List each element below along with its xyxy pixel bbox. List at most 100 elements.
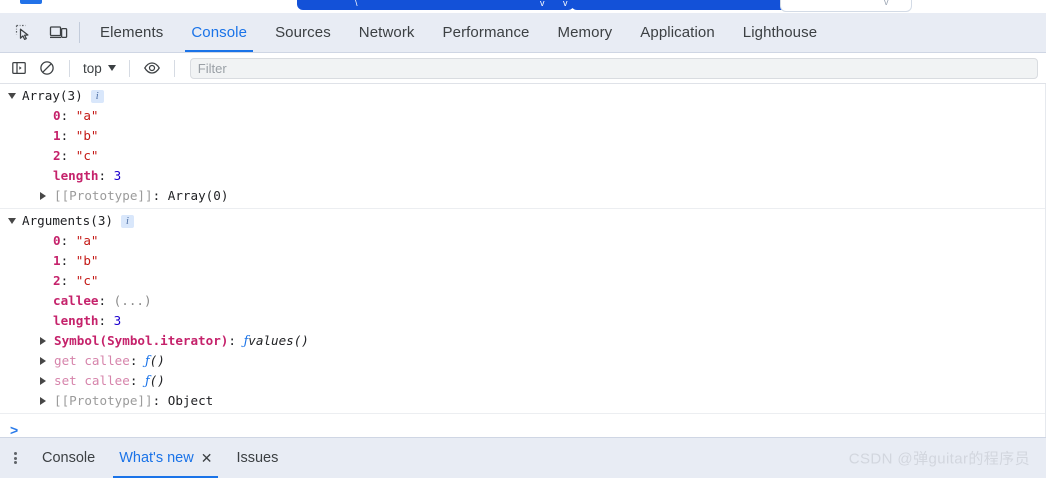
property-separator: : bbox=[60, 128, 76, 143]
info-badge-icon[interactable]: i bbox=[90, 89, 104, 103]
page-button-outline-1[interactable] bbox=[780, 0, 912, 12]
tab-memory[interactable]: Memory bbox=[544, 13, 627, 52]
console-filter-toolbar: top bbox=[0, 53, 1046, 84]
property-separator: : bbox=[60, 273, 76, 288]
tab-elements[interactable]: Elements bbox=[86, 13, 177, 52]
console-message: Arguments(3) i 0: "a" 1: "b" 2: "c" call… bbox=[0, 209, 1046, 414]
more-options-icon[interactable] bbox=[0, 438, 30, 478]
property-row[interactable]: [[Prototype]]: Array(0) bbox=[0, 186, 1046, 206]
property-row[interactable]: [[Prototype]]: Object bbox=[0, 391, 1046, 411]
property-row[interactable]: 0: "a" bbox=[0, 231, 1046, 251]
console-sidebar-icon[interactable] bbox=[6, 55, 32, 81]
tab-network[interactable]: Network bbox=[345, 13, 429, 52]
property-separator: : bbox=[98, 293, 114, 308]
expand-triangle-right-icon[interactable] bbox=[40, 192, 54, 200]
property-value: Array(0) bbox=[167, 188, 229, 203]
property-value: 3 bbox=[113, 168, 122, 183]
page-button-primary-2[interactable] bbox=[571, 0, 798, 10]
tab-console-label: Console bbox=[191, 24, 248, 41]
property-separator: : bbox=[228, 333, 244, 348]
tab-sources-label: Sources bbox=[275, 24, 331, 41]
live-expression-eye-icon[interactable] bbox=[139, 55, 165, 81]
expand-triangle-down-icon[interactable] bbox=[8, 93, 22, 99]
property-key: [[Prototype]] bbox=[54, 188, 153, 203]
console-filter-input[interactable] bbox=[189, 57, 1038, 79]
drawer-tab-whats-new-label: What's new bbox=[119, 450, 194, 466]
console-message: Array(3) i 0: "a" 1: "b" 2: "c" length: … bbox=[0, 84, 1046, 209]
property-row[interactable]: get callee: ƒ() bbox=[0, 351, 1046, 371]
devtools-tabbar: Elements Console Sources Network Perform… bbox=[0, 13, 1046, 53]
property-key: callee bbox=[53, 293, 99, 308]
property-row[interactable]: 0: "a" bbox=[0, 106, 1046, 126]
filterbar-divider-3 bbox=[173, 59, 175, 77]
expand-triangle-right-icon[interactable] bbox=[40, 337, 54, 345]
property-separator: : bbox=[98, 313, 114, 328]
device-toolbar-icon[interactable] bbox=[45, 20, 71, 46]
inspect-element-icon[interactable] bbox=[10, 20, 36, 46]
property-value: "b" bbox=[75, 128, 99, 143]
object-header-row[interactable]: Arguments(3) i bbox=[0, 211, 1046, 231]
object-header-row[interactable]: Array(3) i bbox=[0, 86, 1046, 106]
page-button-glyph-4: v bbox=[884, 0, 889, 7]
tab-application[interactable]: Application bbox=[626, 13, 728, 52]
close-icon[interactable]: ✕ bbox=[201, 451, 213, 465]
console-output[interactable]: Array(3) i 0: "a" 1: "b" 2: "c" length: … bbox=[0, 84, 1046, 437]
drawer-tab-whats-new[interactable]: What's new ✕ bbox=[107, 438, 224, 478]
property-value: "c" bbox=[75, 273, 99, 288]
execution-context-select[interactable]: top bbox=[79, 59, 120, 78]
property-separator: : bbox=[60, 233, 76, 248]
property-row[interactable]: set callee: ƒ() bbox=[0, 371, 1046, 391]
property-value: () bbox=[149, 373, 165, 388]
property-separator: : bbox=[129, 373, 145, 388]
drawer-tab-issues[interactable]: Issues bbox=[224, 438, 290, 478]
tab-console[interactable]: Console bbox=[177, 13, 261, 52]
property-row[interactable]: 2: "c" bbox=[0, 146, 1046, 166]
expand-triangle-right-icon[interactable] bbox=[40, 397, 54, 405]
object-header-label: Arguments(3) bbox=[22, 213, 113, 228]
tab-memory-label: Memory bbox=[557, 24, 613, 41]
property-row[interactable]: 1: "b" bbox=[0, 126, 1046, 146]
property-value: values() bbox=[248, 333, 309, 348]
tab-sources[interactable]: Sources bbox=[261, 13, 345, 52]
toolbar-divider bbox=[79, 22, 80, 43]
tab-application-label: Application bbox=[640, 24, 715, 41]
property-value: "b" bbox=[75, 253, 99, 268]
property-key: 2 bbox=[53, 148, 61, 163]
page-button-primary-1[interactable] bbox=[297, 0, 574, 10]
property-row[interactable]: length: 3 bbox=[0, 166, 1046, 186]
property-row[interactable]: 1: "b" bbox=[0, 251, 1046, 271]
info-badge-icon[interactable]: i bbox=[121, 214, 134, 228]
expand-triangle-down-icon[interactable] bbox=[8, 218, 22, 224]
property-key: length bbox=[53, 313, 99, 328]
filterbar-divider-2 bbox=[128, 59, 130, 77]
property-row[interactable]: 2: "c" bbox=[0, 271, 1046, 291]
property-value: Object bbox=[167, 393, 214, 408]
devtools-drawer: Console What's new ✕ Issues CSDN @弹guita… bbox=[0, 437, 1046, 478]
page-button-glyph-1: \ bbox=[355, 0, 358, 8]
property-value: "a" bbox=[75, 108, 99, 123]
property-value[interactable]: (...) bbox=[114, 291, 152, 311]
property-separator: : bbox=[98, 168, 114, 183]
object-header-label: Array(3) bbox=[22, 88, 83, 103]
drawer-tab-issues-label: Issues bbox=[236, 450, 279, 466]
chevron-down-icon bbox=[107, 65, 116, 71]
tab-lighthouse[interactable]: Lighthouse bbox=[729, 13, 831, 52]
tab-lighthouse-label: Lighthouse bbox=[742, 24, 818, 41]
console-prompt[interactable]: > bbox=[0, 414, 1046, 437]
tab-elements-label: Elements bbox=[100, 24, 164, 41]
tab-performance[interactable]: Performance bbox=[429, 13, 544, 52]
property-separator: : bbox=[60, 253, 76, 268]
expand-triangle-right-icon[interactable] bbox=[40, 377, 54, 385]
property-row[interactable]: callee: (...) bbox=[0, 291, 1046, 311]
property-separator: : bbox=[152, 393, 168, 408]
expand-triangle-right-icon[interactable] bbox=[40, 357, 54, 365]
clear-console-icon[interactable] bbox=[34, 55, 60, 81]
property-row[interactable]: length: 3 bbox=[0, 311, 1046, 331]
devtools-tool-icons bbox=[0, 13, 75, 52]
property-row[interactable]: Symbol(Symbol.iterator): ƒ values() bbox=[0, 331, 1046, 351]
property-key: 2 bbox=[53, 273, 61, 288]
drawer-tab-console[interactable]: Console bbox=[30, 438, 107, 478]
property-key: [[Prototype]] bbox=[54, 393, 153, 408]
property-key: length bbox=[53, 168, 99, 183]
drawer-tab-console-label: Console bbox=[42, 450, 96, 466]
